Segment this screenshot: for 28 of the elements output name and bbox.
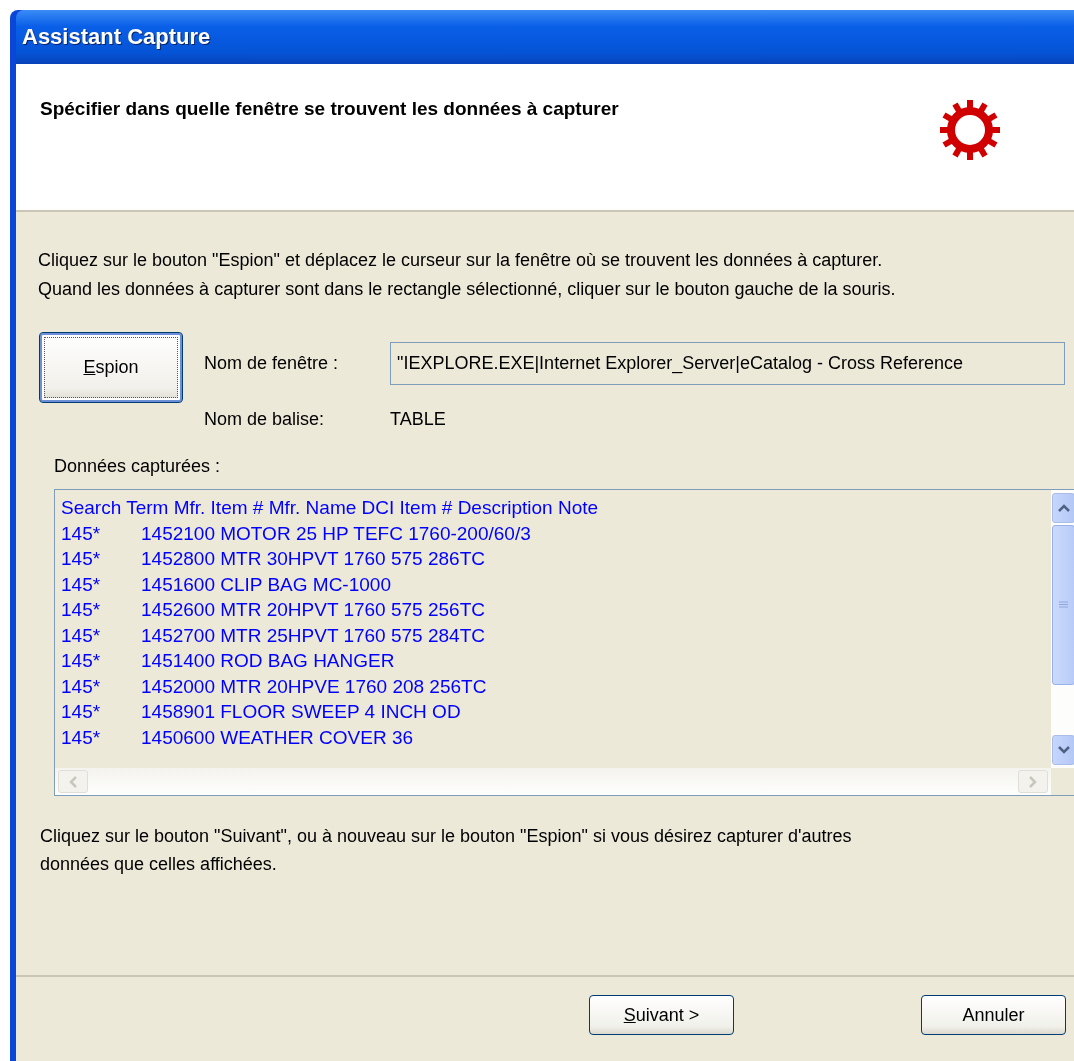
window-name-field[interactable]: "IEXPLORE.EXE|Internet Explorer_Server|eCatalog - Cross Reference (390, 342, 1065, 385)
next-button[interactable]: Suivant > (589, 995, 734, 1035)
cancel-button[interactable]: Annuler (921, 995, 1066, 1035)
horizontal-scrollbar[interactable] (55, 768, 1051, 795)
scroll-thumb[interactable] (1052, 525, 1074, 685)
tag-name-value: TABLE (390, 409, 446, 430)
gear-icon (938, 98, 1002, 162)
instructions-text: Cliquez sur le bouton "Espion" et déplacez le curseur sur la fenêtre où se trouvent les données à capturer. Quand les données à capturer sont dans le rectangle sélectionné, cliquer sur le bouton gauche de la souris. (38, 249, 897, 301)
captured-data-label: Données capturées : (54, 456, 222, 477)
list-line: 145* 1450600 WEATHER COVER 36 (61, 725, 415, 750)
tag-name-label: Nom de balise: (204, 409, 326, 430)
list-line: 145* 1451600 CLIP BAG MC-1000 (61, 572, 392, 597)
page-heading: Spécifier dans quelle fenêtre se trouvent les données à capturer (40, 98, 619, 120)
list-line: 145* 1452600 MTR 20HPVT 1760 575 256TC (61, 598, 486, 622)
captured-data-list[interactable] (54, 489, 1074, 796)
spy-button[interactable]: Espion (39, 332, 183, 403)
list-line: 145* 1458901 FLOOR SWEEP 4 INCH OD (61, 700, 462, 724)
list-line: 145* 1452800 MTR 30HPVT 1760 575 286TC (61, 547, 486, 571)
window-name-label: Nom de fenêtre : (204, 353, 340, 374)
list-line: 145* 1452100 MOTOR 25 HP TEFC 1760-200/60/3 (61, 521, 532, 546)
list-line: 145* 1451400 ROD BAG HANGER (61, 649, 396, 673)
grip-icon (1059, 601, 1068, 609)
footer-note: Cliquez sur le bouton "Suivant", ou à nouveau sur le bouton "Espion" si vous désirez capturer d'autres données que celles affichées. (40, 825, 853, 876)
list-line: 145* 1452000 MTR 20HPVE 1760 208 256TC (61, 674, 488, 699)
list-header-line: Search Term Mfr. Item # Mfr. Name DCI Item # Description Note (61, 496, 600, 520)
window-title: Assistant Capture (22, 24, 211, 50)
list-line: 145* 1452700 MTR 25HPVT 1760 575 284TC (61, 623, 486, 648)
vertical-scrollbar[interactable] (1051, 490, 1074, 768)
